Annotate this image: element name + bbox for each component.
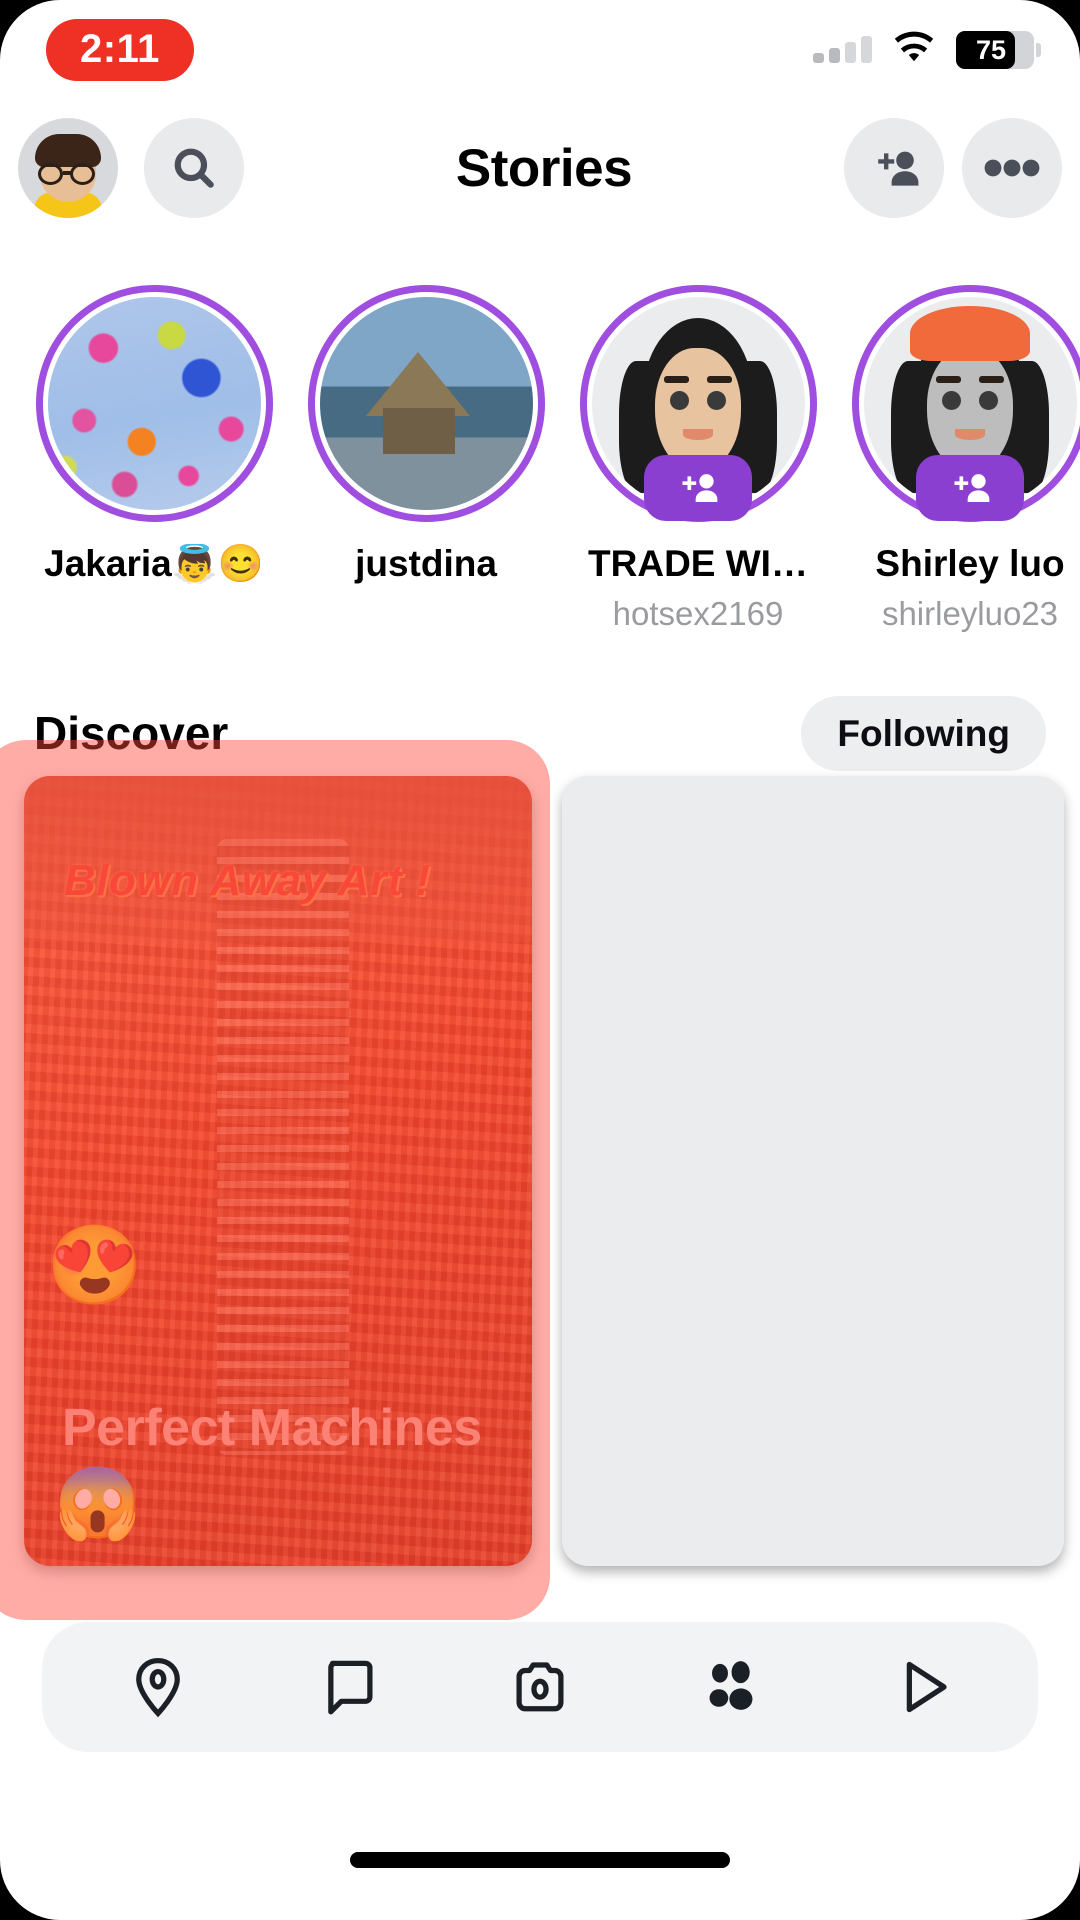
story-item[interactable]: Shirley luo shirleyluo23 (850, 285, 1080, 705)
discover-card[interactable]: Blown Away Art ! 😍 Perfect Machines 😱 (24, 776, 532, 1566)
story-thumbnail-flowers (47, 297, 261, 510)
story-name: Shirley luo (875, 544, 1065, 584)
card-overlay-title: Blown Away Art ! (64, 856, 431, 905)
add-friend-icon[interactable] (644, 455, 752, 521)
camera-icon[interactable] (480, 1632, 600, 1742)
following-tab[interactable]: Following (801, 695, 1046, 771)
story-name: Jakaria👼😊 (44, 544, 264, 584)
search-icon[interactable] (144, 118, 244, 218)
status-bar-time: 2:11 (46, 19, 194, 81)
discover-card-grid: Blown Away Art ! 😍 Perfect Machines 😱 (0, 762, 1080, 1592)
battery-icon: 75 (956, 31, 1041, 69)
story-thumbnail-building (319, 297, 533, 510)
story-ring[interactable] (579, 285, 817, 522)
discover-title: Discover (34, 707, 229, 759)
story-ring[interactable] (35, 285, 273, 522)
story-name: justdina (355, 544, 497, 584)
story-name: TRADE WI… (588, 544, 808, 584)
bitmoji-avatar[interactable] (18, 118, 118, 218)
more-options-icon[interactable] (962, 118, 1062, 218)
app-screen: 2:11 75 Stories Jakaria👼😊 justdina TRADE… (0, 0, 1080, 1920)
chat-bubble-icon[interactable] (289, 1632, 409, 1742)
discover-card-loading[interactable] (562, 776, 1064, 1566)
add-friend-icon[interactable] (916, 455, 1024, 521)
story-username: hotsex2169 (612, 594, 784, 632)
status-bar: 2:11 75 (0, 0, 1080, 100)
story-item[interactable]: Jakaria👼😊 (34, 285, 274, 705)
bottom-navigation-bar (42, 1622, 1038, 1752)
wifi-icon (890, 30, 938, 71)
friends-icon[interactable] (671, 1632, 791, 1742)
status-bar-indicators: 75 (813, 30, 1041, 71)
story-ring[interactable] (307, 285, 545, 522)
battery-percent: 75 (975, 34, 1007, 65)
play-triangle-icon[interactable] (862, 1632, 982, 1742)
heart-eyes-emoji: 😍 (46, 1221, 144, 1309)
story-carousel[interactable]: Jakaria👼😊 justdina TRADE WI… hotsex2169 … (0, 285, 1080, 705)
map-pin-icon[interactable] (98, 1632, 218, 1742)
page-title: Stories (455, 138, 633, 198)
story-item[interactable]: TRADE WI… hotsex2169 (578, 285, 818, 705)
add-friend-button[interactable] (844, 118, 944, 218)
story-ring[interactable] (851, 285, 1080, 522)
story-item[interactable]: justdina (306, 285, 546, 705)
card-title: Perfect Machines (62, 1399, 482, 1457)
cellular-bars-icon (813, 36, 872, 63)
home-indicator (350, 1852, 730, 1868)
story-username: shirleyluo23 (881, 594, 1059, 632)
screaming-face-emoji: 😱 (54, 1464, 142, 1542)
app-header: Stories (0, 108, 1080, 228)
